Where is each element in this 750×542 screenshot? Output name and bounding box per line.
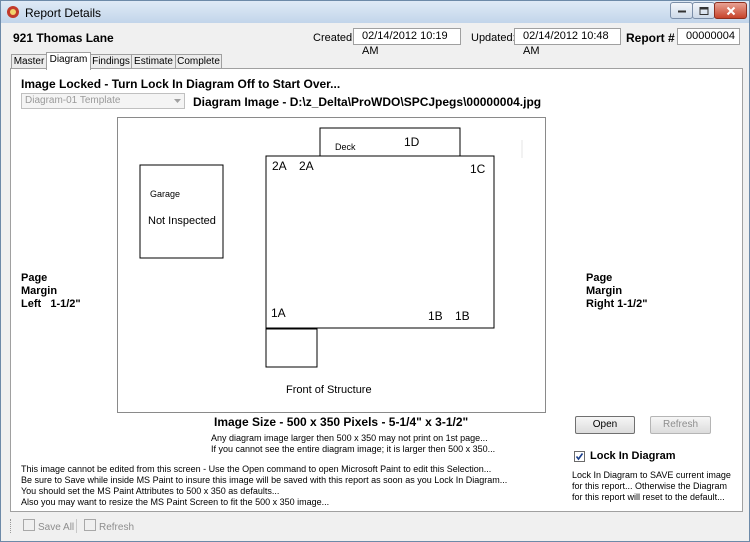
- property-address: 921 Thomas Lane: [13, 31, 114, 45]
- label-1a: 1A: [271, 306, 286, 320]
- label-2a-right: 2A: [299, 159, 314, 173]
- diagram-template-select[interactable]: Diagram-01 Template: [21, 93, 185, 109]
- report-details-window: Report Details 921 Thomas Lane Created: …: [0, 0, 750, 542]
- image-size-note-1: Any diagram image larger then 500 x 350 …: [211, 433, 488, 443]
- label-1c: 1C: [470, 162, 486, 176]
- instruction-line-2: Be sure to Save while inside MS Paint to…: [21, 475, 508, 485]
- lock-in-diagram-checkbox[interactable]: [574, 451, 585, 462]
- window-title: Report Details: [25, 6, 102, 20]
- maximize-icon: [699, 6, 708, 15]
- label-front-of-structure: Front of Structure: [286, 384, 372, 396]
- template-select-value: Diagram-01 Template: [25, 95, 121, 106]
- created-date: 02/14/2012 10:19 AM: [353, 28, 461, 57]
- garage-outline: [139, 164, 224, 259]
- close-button[interactable]: [714, 2, 747, 19]
- save-all-button[interactable]: Save All: [23, 519, 74, 533]
- toolbar-grip: [10, 519, 14, 533]
- minimize-icon: [677, 10, 686, 12]
- lock-note: Lock In Diagram to SAVE current image fo…: [572, 470, 731, 502]
- label-2a-left: 2A: [272, 159, 287, 173]
- toolbar-refresh-button[interactable]: Refresh: [84, 519, 134, 533]
- image-size-title: Image Size - 500 x 350 Pixels - 5-1/4" x…: [214, 415, 469, 429]
- bottom-toolbar: Save All Refresh: [1, 516, 749, 536]
- title-bar: Report Details: [1, 1, 749, 23]
- diagram-image[interactable]: Deck 1D 2A 2A 1C Garage Not Inspected 1A…: [117, 117, 546, 413]
- page-margin-right: Page Margin Right 1-1/2": [586, 272, 648, 310]
- instruction-line-1: This image cannot be edited from this sc…: [21, 464, 492, 474]
- open-button[interactable]: Open: [575, 416, 635, 434]
- diagram-drawing: Deck 1D 2A 2A 1C Garage Not Inspected 1A…: [139, 127, 523, 396]
- save-icon: [23, 519, 35, 531]
- tab-findings[interactable]: Findings: [90, 54, 132, 69]
- label-1d: 1D: [404, 135, 420, 149]
- instruction-line-3: You should set the MS Paint Attributes t…: [21, 486, 280, 496]
- label-1b-right: 1B: [455, 309, 470, 323]
- minimize-button[interactable]: [670, 2, 693, 19]
- instruction-line-4: Also you may want to resize the MS Paint…: [21, 497, 330, 507]
- tab-estimate[interactable]: Estimate: [131, 54, 176, 69]
- page-margin-left: Page Margin Left 1-1/2": [21, 272, 81, 310]
- label-1b-left: 1B: [428, 309, 443, 323]
- house-outline: [265, 155, 495, 329]
- diagram-image-path: Diagram Image - D:\z_Delta\ProWDO\SPCJpe…: [193, 95, 542, 109]
- lock-in-diagram-label: Lock In Diagram: [590, 450, 676, 462]
- close-icon: [726, 6, 735, 15]
- refresh-icon: [84, 519, 96, 531]
- updated-label: Updated:: [471, 32, 516, 44]
- report-number-label: Report #: [626, 31, 675, 45]
- diagram-panel: Image Locked - Turn Lock In Diagram Off …: [10, 68, 743, 512]
- tab-diagram[interactable]: Diagram: [46, 52, 91, 70]
- chevron-down-icon: [174, 99, 181, 103]
- image-size-note-2: If you cannot see the entire diagram ima…: [211, 444, 496, 454]
- report-header: 921 Thomas Lane Created: 02/14/2012 10:1…: [9, 27, 741, 57]
- updated-date: 02/14/2012 10:48 AM: [514, 28, 621, 57]
- report-number: 00000004: [677, 28, 740, 45]
- label-garage: Garage: [150, 189, 180, 199]
- toolbar-separator: [76, 519, 77, 533]
- maximize-button[interactable]: [692, 2, 715, 19]
- label-not-inspected: Not Inspected: [148, 215, 216, 227]
- tab-master[interactable]: Master: [11, 54, 47, 69]
- tab-complete[interactable]: Complete: [175, 54, 222, 69]
- label-deck: Deck: [335, 142, 356, 152]
- refresh-button[interactable]: Refresh: [650, 416, 711, 434]
- checkmark-icon: [575, 453, 584, 461]
- front-step-outline: [265, 328, 318, 368]
- created-label: Created:: [313, 32, 356, 44]
- app-icon: [7, 6, 19, 18]
- image-locked-message: Image Locked - Turn Lock In Diagram Off …: [21, 77, 341, 91]
